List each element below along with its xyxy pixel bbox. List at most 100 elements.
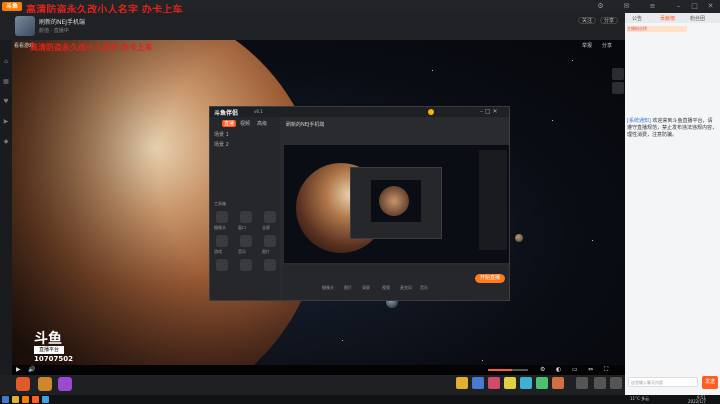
widescreen-icon[interactable]: ⇔ [588, 366, 593, 373]
obs-logo: 斗鱼伴侣 [214, 110, 239, 117]
rank-banner[interactable]: 主播粉丝榜 [627, 26, 687, 32]
watermark-tag: 直播平台 [34, 346, 64, 354]
douyu-logo[interactable]: 斗鱼 [2, 2, 22, 11]
obs-tool-window[interactable] [240, 211, 252, 223]
streaming-software-window[interactable]: 斗鱼伴侣 v6.1 – □ ✕ 直播 视频 高级 场景 1 场景 2 工具箱 摄… [209, 106, 510, 301]
obs-window-controls[interactable]: – □ ✕ [480, 108, 498, 115]
explorer-icon[interactable] [12, 396, 19, 403]
gift-icon[interactable] [16, 377, 30, 391]
douyu-taskbar-icon[interactable] [22, 396, 29, 403]
share-button[interactable]: 分享 [600, 17, 619, 24]
video-icon[interactable]: ▶ [2, 118, 10, 126]
volume-icon[interactable]: 🔊 [28, 366, 35, 373]
nested-window [350, 167, 442, 239]
room-title: 刷新的NEJ手机端 [39, 19, 86, 26]
preview-chat-strip [479, 150, 507, 250]
chat-username[interactable]: [系统通知] [627, 118, 651, 124]
play-icon[interactable]: ▶ [16, 366, 21, 373]
clock[interactable]: 9:51 2022/1/7 [688, 396, 706, 404]
float-gift-icon[interactable] [612, 68, 624, 80]
tab-contribution[interactable]: 贡献榜 [660, 15, 675, 22]
obs-tool-camera[interactable] [216, 211, 228, 223]
fullscreen-icon[interactable]: ⛶ [604, 366, 608, 374]
danmaku-icon[interactable]: ⚙ [540, 366, 545, 373]
gift-icon[interactable] [456, 377, 468, 389]
streamer-avatar[interactable] [15, 16, 35, 36]
chat-input[interactable]: 这里输入聊天内容 [628, 377, 698, 387]
obs-preview-title: 刷新的NEJ手机端 [286, 122, 325, 128]
menu-icon[interactable]: ≡ [648, 2, 657, 11]
settings-icon[interactable]: ⚙ [596, 2, 605, 11]
follow-button[interactable]: 关注 [578, 17, 597, 24]
start-stream-button[interactable]: 开始直播 [475, 274, 505, 283]
message-icon[interactable]: ✉ [622, 2, 631, 11]
category-icon[interactable]: ▦ [2, 78, 10, 86]
obs-toolbox-label: 工具箱 [214, 201, 226, 206]
obs-scene-2[interactable]: 场景 2 [214, 141, 229, 148]
room-id: 10707502 [34, 355, 73, 363]
gift-icon[interactable] [488, 377, 500, 389]
obs-tool-label: 图片 [262, 249, 270, 254]
weather[interactable]: 11°C 多云 [630, 396, 649, 402]
douyu-watermark: 斗鱼 [34, 331, 62, 347]
gift-more-icon[interactable] [576, 377, 588, 389]
obs-scene-1[interactable]: 场景 1 [214, 131, 229, 138]
recharge-icon[interactable] [610, 377, 622, 389]
obs-tool-music[interactable] [240, 235, 252, 247]
gift-icon[interactable] [472, 377, 484, 389]
gift-icon[interactable] [520, 377, 532, 389]
obs-vip-icon[interactable] [428, 109, 434, 115]
windows-taskbar [0, 395, 720, 404]
tab-fans[interactable]: 粉丝团 [690, 15, 705, 22]
obs-bottom-label[interactable]: 录屏 [362, 285, 370, 291]
player-controls [12, 365, 625, 375]
gift-icon[interactable] [504, 377, 516, 389]
obs-tab-video[interactable]: 视频 [240, 120, 250, 127]
nested-preview [371, 180, 421, 222]
star [342, 340, 343, 341]
follow-icon[interactable]: ♥ [2, 98, 10, 106]
quality-icon[interactable]: ◐ [556, 366, 561, 373]
obs-bottom-label[interactable]: 图片 [344, 285, 352, 291]
obs-tool-text[interactable] [216, 259, 228, 271]
star [552, 120, 553, 121]
close-icon[interactable]: ✕ [706, 2, 715, 11]
obs-tool-game[interactable] [216, 235, 228, 247]
browser-icon[interactable] [42, 396, 49, 403]
obs-tool-extra[interactable] [264, 259, 276, 271]
maximize-icon[interactable]: □ [690, 2, 699, 11]
left-sidebar [0, 40, 12, 365]
pip-icon[interactable]: ▭ [572, 366, 578, 373]
star [592, 240, 593, 241]
send-button[interactable]: 发送 [702, 376, 718, 389]
obs-bottom-label[interactable]: 麦克风 [400, 285, 412, 291]
gift-icon[interactable] [536, 377, 548, 389]
obs-bottom-label[interactable]: 视频 [382, 285, 390, 291]
obs-bottom-toolbar [282, 265, 509, 300]
gift-icon[interactable] [58, 377, 72, 391]
obs-tool-label: 游戏 [214, 249, 222, 254]
volume-fill [488, 369, 512, 371]
moon-image [515, 234, 523, 242]
obs-bottom-label[interactable]: 音乐 [420, 285, 428, 291]
room-header [0, 13, 625, 40]
backpack-icon[interactable] [594, 377, 606, 389]
report-link[interactable]: 举报 [582, 42, 592, 49]
minimize-icon[interactable]: – [674, 2, 683, 11]
home-icon[interactable]: ⌂ [2, 58, 10, 66]
gift-icon[interactable] [552, 377, 564, 389]
float-chat-icon[interactable] [612, 82, 624, 94]
obs-tool-image[interactable] [264, 235, 276, 247]
obs-tool-more[interactable] [240, 259, 252, 271]
obs-tool-fullscreen[interactable] [264, 211, 276, 223]
obs-tab-advanced[interactable]: 高级 [257, 120, 267, 127]
companion-taskbar-icon[interactable] [32, 396, 39, 403]
obs-tab-live[interactable]: 直播 [222, 120, 237, 127]
gift-icon[interactable] [38, 377, 52, 391]
share-link[interactable]: 分享 [602, 42, 612, 49]
tab-notice[interactable]: 公告 [632, 15, 642, 22]
obs-preview[interactable] [284, 145, 509, 263]
start-icon[interactable] [2, 396, 9, 403]
obs-bottom-label[interactable]: 摄像头 [322, 285, 334, 291]
game-icon[interactable]: ◆ [2, 138, 10, 146]
